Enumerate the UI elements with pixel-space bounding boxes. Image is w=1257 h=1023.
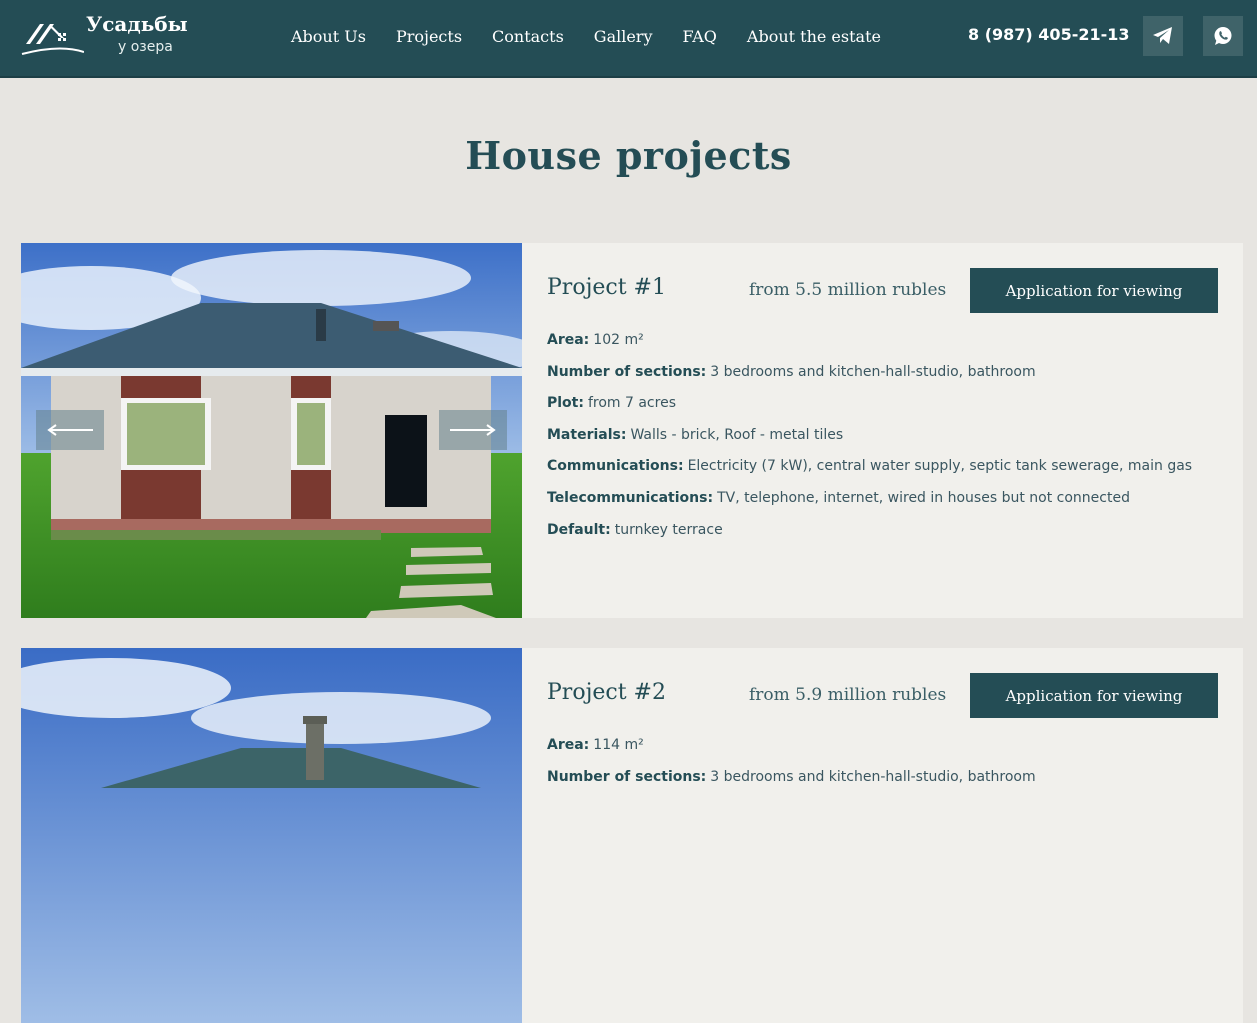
logo[interactable]: Усадьбы у озера: [20, 10, 190, 62]
project-specs: Area: 102 m² Number of sections: 3 bedroom…: [547, 325, 1243, 546]
arrow-left-icon: [47, 424, 93, 436]
project-price: from 5.9 million rubles: [749, 685, 947, 705]
spec-sections: Number of sections: 3 bedrooms and kitche…: [547, 762, 1243, 794]
whatsapp-icon: [1214, 27, 1232, 45]
nav-gallery[interactable]: Gallery: [594, 27, 653, 46]
spec-value: Walls - brick, Roof - metal tiles: [630, 426, 844, 443]
logo-subtitle: у озера: [118, 39, 173, 55]
project-specs: Area: 114 m² Number of sections: 3 bedroom…: [547, 730, 1243, 793]
spec-label: Number of sections:: [547, 363, 707, 380]
spec-value: TV, telephone, internet, wired in houses…: [717, 489, 1130, 506]
spec-value: from 7 acres: [587, 395, 676, 412]
application-button[interactable]: Application for viewing: [970, 268, 1218, 313]
spec-label: Number of sections:: [547, 768, 707, 785]
project-card: Project #2 from 5.9 million rubles Appli…: [21, 648, 1243, 1023]
project-image: [21, 648, 522, 1023]
spec-value: 3 bedrooms and kitchen-hall-studio, bath…: [710, 363, 1036, 380]
slider-next-button[interactable]: [439, 410, 507, 450]
nav-faq[interactable]: FAQ: [683, 27, 717, 46]
page-title: House projects: [465, 133, 792, 178]
spec-value: Electricity (7 kW), central water supply…: [687, 458, 1193, 475]
whatsapp-button[interactable]: [1203, 16, 1243, 56]
project-title: Project #1: [547, 275, 666, 300]
spec-sections: Number of sections: 3 bedrooms and kitche…: [547, 357, 1243, 389]
nav-projects[interactable]: Projects: [396, 27, 462, 46]
spec-value: 102 m²: [593, 332, 644, 348]
slider-prev-button[interactable]: [36, 410, 104, 450]
main-nav: About Us Projects Contacts Gallery FAQ A…: [291, 0, 911, 72]
spec-label: Telecommunications:: [547, 489, 714, 506]
spec-value: 3 bedrooms and kitchen-hall-studio, bath…: [710, 768, 1036, 785]
application-button[interactable]: Application for viewing: [970, 673, 1218, 718]
spec-label: Communications:: [547, 458, 684, 475]
project-info: Project #2 from 5.9 million rubles Appli…: [547, 648, 1243, 1023]
spec-label: Area:: [547, 332, 590, 348]
project-card: Project #1 from 5.5 million rubles Appli…: [21, 243, 1243, 618]
arrow-right-icon: [450, 424, 496, 436]
project-price: from 5.5 million rubles: [749, 280, 947, 300]
spec-area: Area: 102 m²: [547, 325, 1243, 357]
spec-materials: Materials: Walls - brick, Roof - metal ti…: [547, 420, 1243, 452]
nav-about-estate[interactable]: About the estate: [747, 27, 881, 46]
project-title: Project #2: [547, 680, 666, 705]
spec-communications: Communications: Electricity (7 kW), centr…: [547, 451, 1243, 483]
nav-about-us[interactable]: About Us: [291, 27, 366, 46]
phone-number[interactable]: 8 (987) 405-21-13: [968, 25, 1130, 44]
logo-title: Усадьбы: [86, 12, 188, 36]
spec-telecommunications: Telecommunications: TV, telephone, intern…: [547, 483, 1243, 515]
spec-value: turnkey terrace: [614, 521, 723, 538]
telegram-icon: [1153, 27, 1172, 44]
spec-area: Area: 114 m²: [547, 730, 1243, 762]
project-image: [21, 243, 522, 618]
spec-label: Default:: [547, 521, 611, 538]
telegram-button[interactable]: [1143, 16, 1183, 56]
logo-mark-icon: [21, 24, 84, 55]
spec-label: Materials:: [547, 426, 627, 443]
nav-contacts[interactable]: Contacts: [492, 27, 564, 46]
project-info: Project #1 from 5.5 million rubles Appli…: [547, 243, 1243, 618]
spec-value: 114 m²: [593, 737, 644, 753]
site-header: Усадьбы у озера About Us Projects Contac…: [0, 0, 1257, 78]
house-photo: [21, 648, 522, 1023]
spec-label: Plot:: [547, 395, 584, 412]
spec-label: Area:: [547, 737, 590, 753]
spec-plot: Plot: from 7 acres: [547, 388, 1243, 420]
spec-default: Default: turnkey terrace: [547, 515, 1243, 547]
